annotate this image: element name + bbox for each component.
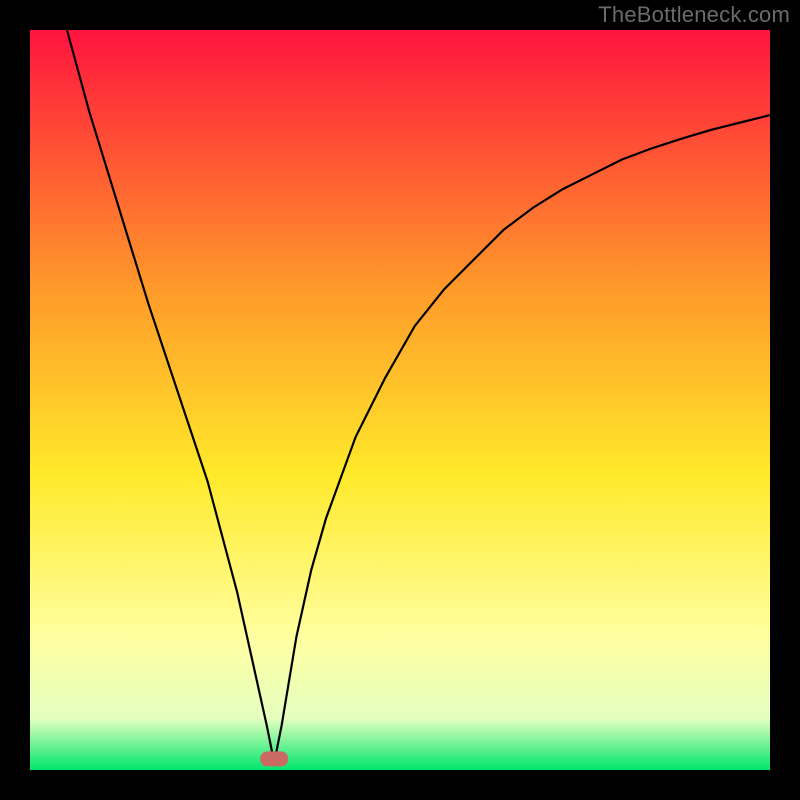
minimum-marker — [260, 751, 288, 766]
plot-background — [30, 30, 770, 770]
watermark-text: TheBottleneck.com — [598, 2, 790, 28]
chart-frame: TheBottleneck.com — [0, 0, 800, 800]
chart-svg — [0, 0, 800, 800]
